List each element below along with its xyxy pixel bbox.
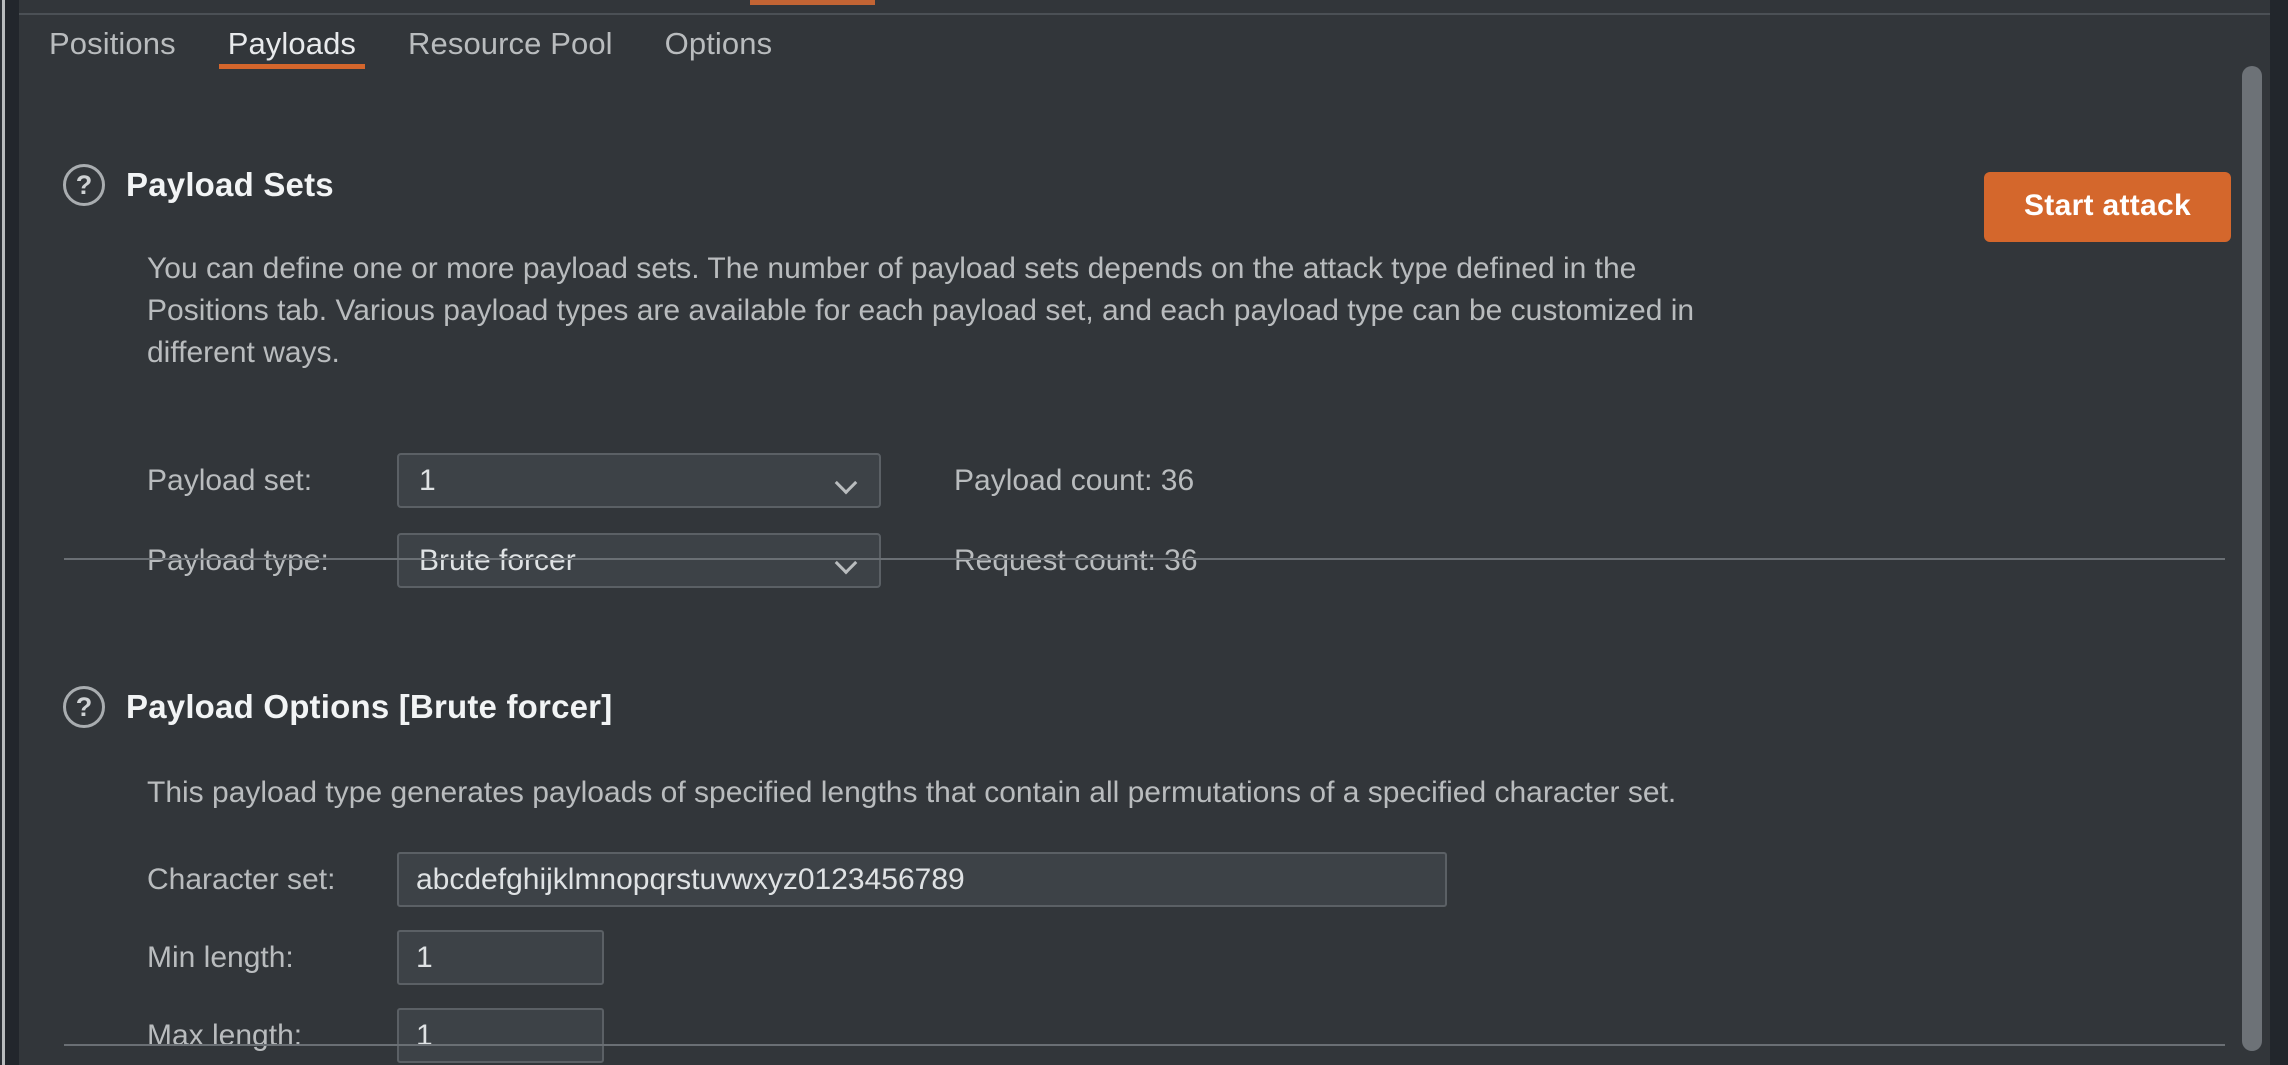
intruder-payloads-panel: Positions Payloads Resource Pool Options…	[0, 0, 2288, 1065]
start-attack-button[interactable]: Start attack	[1983, 172, 2231, 242]
character-set-label: Character set:	[147, 862, 336, 896]
payload-set-dropdown[interactable]: 1	[397, 453, 881, 508]
payload-options-description-line-1: This payload type generates payloads of …	[147, 776, 1677, 809]
tab-options[interactable]: Options	[639, 15, 799, 72]
tab-payloads-label: Payloads	[227, 25, 357, 61]
tab-options-label: Options	[664, 25, 773, 61]
max-length-value: 1	[416, 1018, 433, 1052]
payload-type-value: Brute forcer	[419, 543, 576, 577]
payload-type-row: Payload type: Brute forcer	[147, 533, 881, 588]
section-divider-1	[64, 558, 2225, 560]
character-set-value: abcdefghijklmnopqrstuvwxyz0123456789	[416, 862, 965, 896]
min-length-label: Min length:	[147, 940, 294, 974]
payload-set-label: Payload set:	[147, 463, 313, 497]
payload-sets-description: You can define one or more payload sets.…	[147, 248, 1694, 374]
tab-resource-pool[interactable]: Resource Pool	[382, 15, 639, 72]
chevron-down-icon	[837, 475, 857, 487]
window-left-gutter	[5, 0, 19, 1065]
question-mark-circle-icon[interactable]: ?	[63, 164, 105, 206]
character-set-input[interactable]: abcdefghijklmnopqrstuvwxyz0123456789	[397, 852, 1447, 907]
section-divider-2	[64, 1044, 2225, 1046]
max-length-input[interactable]: 1	[397, 1008, 604, 1063]
tab-positions-label: Positions	[49, 25, 176, 61]
tab-resource-pool-label: Resource Pool	[408, 25, 613, 61]
vertical-scrollbar[interactable]	[2234, 66, 2270, 1065]
payload-sets-description-line-2: Positions tab. Various payload types are…	[147, 294, 1695, 327]
character-set-row: Character set: abcdefghijklmnopqrstuvwxy…	[147, 852, 1447, 907]
min-length-input[interactable]: 1	[397, 930, 604, 985]
payload-sets-description-line-1: You can define one or more payload sets.…	[147, 252, 1637, 285]
payload-sets-title: Payload Sets	[126, 166, 334, 203]
tab-bar: Positions Payloads Resource Pool Options	[19, 0, 2270, 72]
payload-type-label: Payload type:	[147, 543, 329, 577]
payloads-content: Start attack ? Payload Sets You can defi…	[19, 72, 2270, 1065]
payload-type-dropdown[interactable]: Brute forcer	[397, 533, 881, 588]
scrollbar-thumb[interactable]	[2242, 66, 2262, 1051]
payload-sets-description-line-3: different ways.	[147, 336, 340, 369]
payload-options-title: Payload Options [Brute forcer]	[126, 688, 613, 725]
max-length-row: Max length: 1	[147, 1008, 604, 1063]
min-length-value: 1	[416, 940, 433, 974]
payload-options-header: ? Payload Options [Brute forcer]	[19, 686, 612, 728]
min-length-row: Min length: 1	[147, 930, 604, 985]
request-count: Request count: 36	[954, 544, 1198, 577]
tab-payloads[interactable]: Payloads	[202, 15, 382, 72]
tab-positions[interactable]: Positions	[19, 15, 202, 72]
payload-sets-header: ? Payload Sets	[19, 164, 334, 206]
chevron-down-icon	[837, 555, 857, 567]
parent-tab-indicator	[750, 0, 875, 5]
payload-options-description: This payload type generates payloads of …	[147, 772, 1676, 814]
payload-set-value: 1	[419, 463, 436, 497]
max-length-label: Max length:	[147, 1018, 303, 1052]
window-right-gutter	[2270, 0, 2288, 1065]
question-mark-circle-icon[interactable]: ?	[63, 686, 105, 728]
payload-set-row: Payload set: 1	[147, 453, 881, 508]
payload-count: Payload count: 36	[954, 464, 1195, 497]
